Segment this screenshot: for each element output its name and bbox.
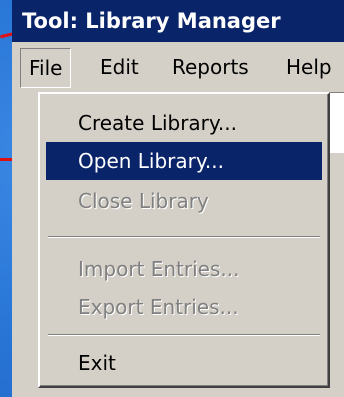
menu-edit[interactable]: Edit [92,48,147,86]
content-area [330,92,344,153]
menu-item-import-entries: Import Entries... [78,257,240,281]
menu-separator [48,334,320,336]
menu-bar: File Edit Reports Help [12,42,344,92]
menu-reports[interactable]: Reports [164,48,257,86]
menu-item-close-library: Close Library [78,189,209,213]
menu-item-export-entries: Export Entries... [78,295,239,319]
menu-item-exit[interactable]: Exit [46,344,322,382]
menu-separator [48,236,320,238]
file-dropdown-menu: Create Library... Open Library... Close … [38,92,330,388]
window-title: Tool: Library Manager [12,0,344,42]
menu-help[interactable]: Help [278,48,340,86]
menu-item-create-library[interactable]: Create Library... [46,104,322,142]
menu-item-open-library[interactable]: Open Library... [46,142,322,180]
library-manager-window: Tool: Library Manager File Edit Reports … [12,0,344,397]
menu-file[interactable]: File [20,48,72,88]
